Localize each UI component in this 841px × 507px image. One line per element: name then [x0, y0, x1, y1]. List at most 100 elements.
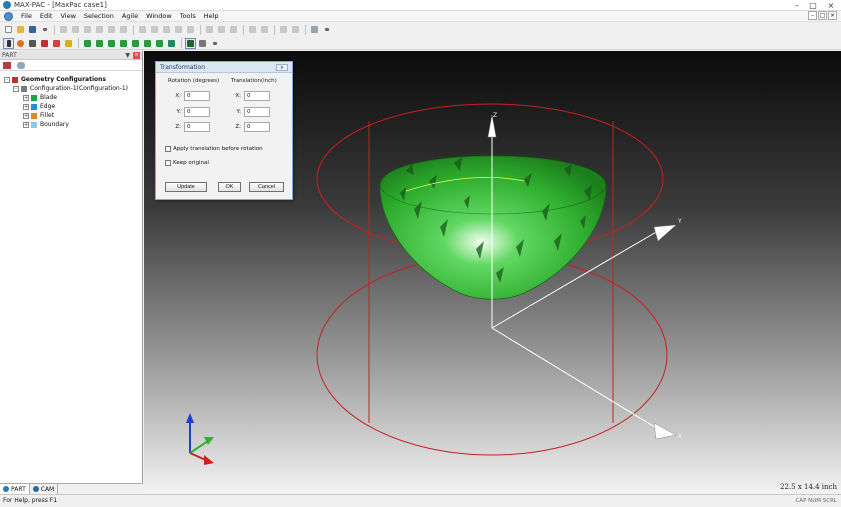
view-top-icon[interactable]: [130, 38, 141, 49]
translation-y-input[interactable]: [244, 107, 270, 117]
tree-item-boundary[interactable]: + Boundary: [4, 120, 142, 129]
panel-toolbar: [0, 60, 142, 71]
apply-translation-option[interactable]: Apply translation before rotation: [165, 146, 263, 152]
standard-toolbar: [0, 23, 841, 36]
rotate-icon[interactable]: [149, 24, 160, 35]
panel-close-icon[interactable]: ×: [133, 52, 140, 59]
expand-icon[interactable]: +: [23, 103, 29, 110]
fit-view-icon[interactable]: [51, 38, 62, 49]
keep-original-checkbox[interactable]: [165, 160, 171, 166]
rotation-z-input[interactable]: [184, 122, 210, 132]
doc-close-icon[interactable]: ×: [828, 11, 837, 20]
apply-translation-checkbox[interactable]: [165, 146, 171, 152]
delete-icon[interactable]: [118, 24, 129, 35]
expand-icon[interactable]: +: [23, 94, 29, 101]
select-cursor-icon[interactable]: [3, 37, 14, 49]
zoom-icon[interactable]: [15, 38, 26, 49]
remove-icon[interactable]: [259, 24, 270, 35]
view-iso-icon[interactable]: [154, 38, 165, 49]
menu-file[interactable]: File: [17, 11, 36, 22]
menu-edit[interactable]: Edit: [36, 11, 57, 22]
tab-part[interactable]: PART: [0, 484, 30, 494]
menu-selection[interactable]: Selection: [80, 11, 118, 22]
keyboard-indicators: CAP NUM SCRL: [795, 498, 837, 504]
redo-icon[interactable]: [106, 24, 117, 35]
view-back-icon[interactable]: [94, 38, 105, 49]
open-folder-icon[interactable]: [15, 24, 26, 35]
cancel-button[interactable]: Cancel: [249, 182, 284, 192]
axis-x-label: X:: [235, 93, 241, 99]
update-button[interactable]: Update: [165, 182, 207, 192]
tree-root[interactable]: - Geometry Configurations: [4, 75, 142, 84]
curve-icon[interactable]: [204, 24, 215, 35]
menu-help[interactable]: Help: [200, 11, 223, 22]
pan-icon[interactable]: [27, 38, 38, 49]
measure-icon[interactable]: [247, 24, 258, 35]
geometry-tree: - Geometry Configurations - Configuratio…: [0, 71, 142, 129]
undo-icon[interactable]: [94, 24, 105, 35]
view-front-icon[interactable]: [82, 38, 93, 49]
surface-icon[interactable]: [216, 24, 227, 35]
tab-cam[interactable]: CAM: [30, 484, 59, 494]
tree-config[interactable]: - Configuration-1(Configuration-1): [4, 84, 142, 93]
dropdown-arrow-icon[interactable]: [39, 24, 50, 35]
save-icon[interactable]: [27, 24, 38, 35]
tree-view-icon[interactable]: [3, 61, 11, 69]
paste-icon[interactable]: [82, 24, 93, 35]
app-menu-icon[interactable]: [4, 11, 13, 21]
view-left-icon[interactable]: [106, 38, 117, 49]
axis-y-label: Y:: [176, 109, 181, 115]
y-axis-arrow-icon: [653, 224, 677, 242]
translation-z-input[interactable]: [244, 122, 270, 132]
transform-icon[interactable]: [185, 24, 196, 35]
tool-path-icon[interactable]: [309, 24, 320, 35]
scale-icon[interactable]: [161, 24, 172, 35]
maximize-icon[interactable]: □: [805, 0, 821, 11]
close-item-icon[interactable]: [290, 24, 301, 35]
doc-restore-icon[interactable]: □: [818, 11, 827, 20]
menu-window[interactable]: Window: [142, 11, 176, 22]
expand-icon[interactable]: +: [23, 112, 29, 119]
rotation-x-row: X:: [172, 91, 210, 101]
view-right-icon[interactable]: [118, 38, 129, 49]
configuration-icon: [21, 85, 27, 92]
mirror-icon[interactable]: [173, 24, 184, 35]
collapse-icon[interactable]: -: [13, 85, 19, 92]
minimize-icon[interactable]: –: [789, 0, 805, 11]
view-axis-icon[interactable]: [166, 38, 177, 49]
close-icon[interactable]: ×: [821, 0, 841, 11]
stop-icon[interactable]: [278, 24, 289, 35]
rotate-view-icon[interactable]: [39, 38, 50, 49]
cut-icon[interactable]: [58, 24, 69, 35]
dialog-close-icon[interactable]: ×: [276, 64, 288, 71]
copy-icon[interactable]: [70, 24, 81, 35]
tree-item-blade[interactable]: + Blade: [4, 93, 142, 102]
render-options-icon[interactable]: [197, 38, 208, 49]
menu-agile[interactable]: Agile: [118, 11, 142, 22]
doc-minimize-icon[interactable]: –: [808, 11, 817, 20]
blend-icon[interactable]: [228, 24, 239, 35]
keep-original-option[interactable]: Keep original: [165, 160, 209, 166]
new-file-icon[interactable]: [3, 24, 14, 35]
move-icon[interactable]: [137, 24, 148, 35]
shaded-mode-icon[interactable]: [185, 37, 196, 49]
rotation-y-input[interactable]: [184, 107, 210, 117]
view-bottom-icon[interactable]: [142, 38, 153, 49]
tree-item-fillet[interactable]: + Fillet: [4, 111, 142, 120]
menu-bar: File Edit View Selection Agile Window To…: [0, 11, 841, 22]
blade-surface: [379, 153, 607, 300]
cloud-icon[interactable]: [17, 61, 25, 69]
translation-x-input[interactable]: [244, 91, 270, 101]
ok-button[interactable]: OK: [218, 182, 241, 192]
dropdown-arrow-icon[interactable]: [209, 38, 220, 49]
zoom-window-icon[interactable]: [63, 38, 74, 49]
expand-icon[interactable]: +: [23, 121, 29, 128]
collapse-icon[interactable]: -: [4, 76, 10, 83]
menu-tools[interactable]: Tools: [176, 11, 200, 22]
pin-icon[interactable]: ▼: [125, 51, 130, 60]
dropdown-arrow-icon[interactable]: [321, 24, 332, 35]
menu-view[interactable]: View: [56, 11, 79, 22]
tree-item-edge[interactable]: + Edge: [4, 102, 142, 111]
status-help-text: For Help, press F1: [3, 497, 58, 504]
rotation-x-input[interactable]: [184, 91, 210, 101]
